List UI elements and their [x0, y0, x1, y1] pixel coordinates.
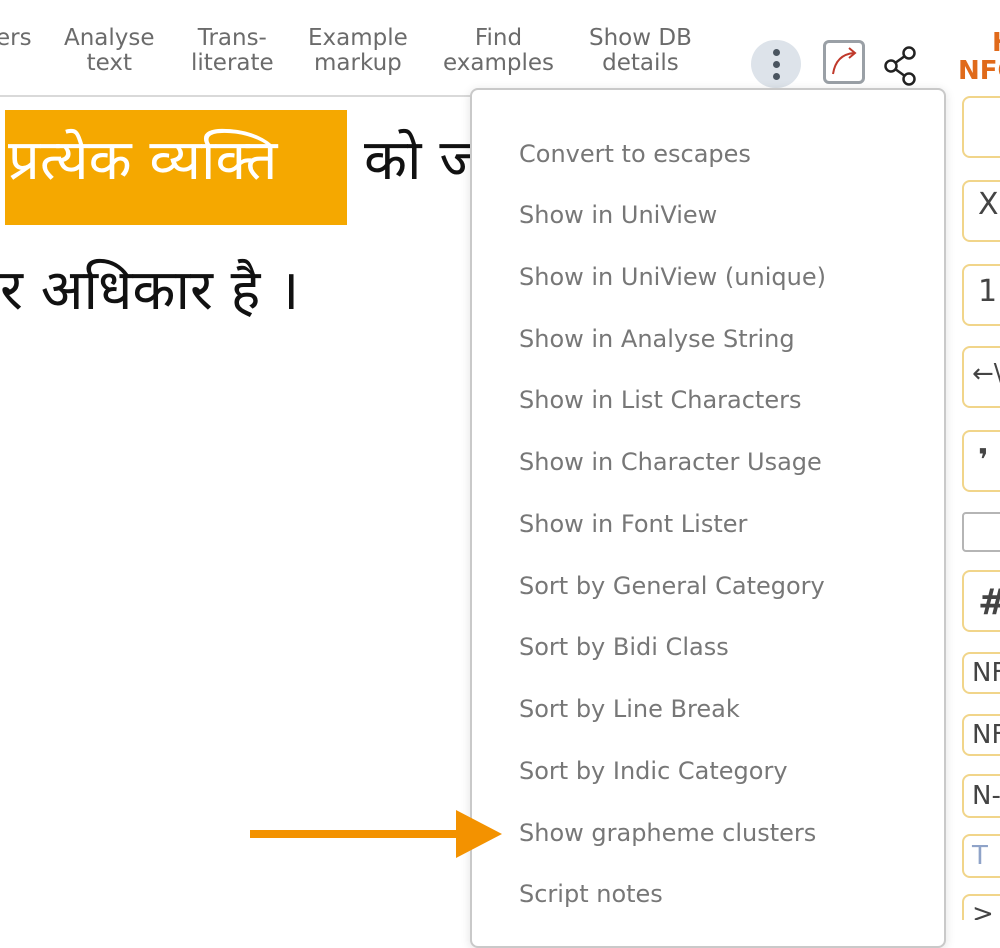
side-input[interactable] — [962, 512, 1000, 552]
side-button[interactable]: ❜ — [962, 430, 1000, 492]
menu-item-convert-to-escapes[interactable]: Convert to escapes — [519, 140, 751, 168]
side-button[interactable]: T — [962, 834, 1000, 878]
menu-item-show-in-character-usage[interactable]: Show in Character Usage — [519, 448, 822, 476]
menu-item-show-grapheme-clusters[interactable]: Show grapheme clusters — [519, 819, 816, 847]
toolbar-item-label: ers — [0, 25, 32, 51]
side-button[interactable]: X — [962, 180, 1000, 242]
menu-item-sort-by-bidi-class[interactable]: Sort by Bidi Class — [519, 633, 729, 661]
toolbar-item-label: Example — [308, 25, 408, 51]
pointer-arrow-icon — [250, 810, 502, 858]
menu-item-script-notes[interactable]: Script notes — [519, 880, 663, 908]
toolbar-item-find-examples[interactable]: Find examples — [443, 26, 554, 76]
redo-button[interactable] — [823, 40, 865, 84]
text-display-area[interactable]: प्रत्येक व्यक्ति को ज र अधिकार है । — [0, 96, 470, 920]
kebab-dot-icon — [773, 73, 780, 80]
toolbar-item-label: text — [86, 50, 132, 76]
side-button[interactable]: NF — [962, 652, 1000, 694]
menu-item-show-in-font-lister[interactable]: Show in Font Lister — [519, 510, 747, 538]
toolbar-item-label: details — [602, 50, 679, 76]
side-button[interactable]: 1 — [962, 264, 1000, 326]
text-line-1-rest: को ज — [364, 128, 470, 193]
kebab-dot-icon — [773, 61, 780, 68]
toolbar-item-transliterate[interactable]: Trans- literate — [191, 26, 274, 76]
normalization-label: H NFC — [958, 29, 1000, 85]
side-button[interactable]: NF — [962, 714, 1000, 756]
toolbar-item-label: Analyse — [64, 25, 155, 51]
more-menu-button[interactable] — [751, 40, 801, 88]
normalization-label-line: NFC — [958, 56, 1000, 86]
kebab-dot-icon — [773, 49, 780, 56]
toolbar-item-label: Find — [474, 25, 523, 51]
menu-item-show-in-uniview-unique[interactable]: Show in UniView (unique) — [519, 263, 826, 291]
toolbar-item-show-db-details[interactable]: Show DB details — [589, 26, 692, 76]
share-icon[interactable] — [882, 45, 918, 87]
side-button[interactable]: # — [962, 570, 1000, 632]
side-button[interactable]: ←\ — [962, 346, 1000, 408]
toolbar-item-analyse-text[interactable]: Analyse text — [64, 26, 155, 76]
side-button[interactable]: > — [962, 894, 1000, 920]
side-panel: X 1 ←\ ❜ # NF NF N- T > — [958, 96, 1000, 920]
toolbar-item-example-markup[interactable]: Example markup — [308, 26, 408, 76]
toolbar-item-label: Show DB — [589, 25, 692, 51]
highlighted-text: प्रत्येक व्यक्ति — [8, 128, 278, 193]
side-button[interactable] — [962, 96, 1000, 158]
toolbar-item-label: examples — [443, 50, 554, 76]
menu-item-show-in-list-characters[interactable]: Show in List Characters — [519, 386, 801, 414]
more-options-menu: Convert to escapes Show in UniView Show … — [470, 88, 946, 948]
toolbar-item-label: Trans- — [197, 25, 267, 51]
normalization-label-line: H — [958, 29, 1000, 57]
menu-item-show-in-uniview[interactable]: Show in UniView — [519, 201, 717, 229]
toolbar-item-label: literate — [191, 50, 274, 76]
menu-item-sort-by-general-category[interactable]: Sort by General Category — [519, 572, 825, 600]
menu-item-sort-by-line-break[interactable]: Sort by Line Break — [519, 695, 740, 723]
side-button[interactable]: N- — [962, 774, 1000, 818]
toolbar: ers Analyse text Trans- literate Example… — [0, 0, 1000, 96]
text-line-2: र अधिकार है । — [0, 258, 300, 323]
menu-item-sort-by-indic-category[interactable]: Sort by Indic Category — [519, 757, 788, 785]
toolbar-item-label: markup — [314, 50, 402, 76]
menu-item-show-in-analyse-string[interactable]: Show in Analyse String — [519, 325, 795, 353]
redo-arrow-icon — [832, 47, 857, 75]
toolbar-item-characters[interactable]: ers — [0, 26, 32, 51]
